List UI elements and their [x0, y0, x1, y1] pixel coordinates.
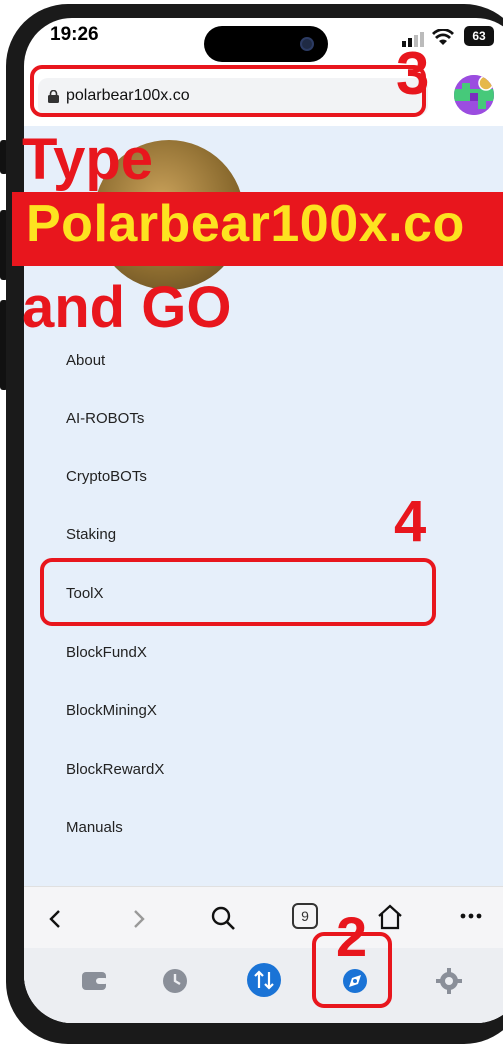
instruction-type-label: Type	[22, 127, 154, 192]
app-tab-row	[24, 948, 503, 1023]
step-3-label: 3	[396, 40, 430, 107]
battery-indicator: 63	[464, 26, 494, 46]
dynamic-island	[204, 26, 328, 62]
history-icon[interactable]	[162, 968, 188, 994]
menu-item-blockminingx[interactable]: BlockMiningX	[66, 702, 157, 719]
wallet-icon[interactable]	[82, 970, 108, 992]
search-icon[interactable]	[210, 905, 236, 931]
status-time: 19:26	[50, 24, 99, 45]
more-icon[interactable]	[460, 913, 482, 919]
menu-item-staking[interactable]: Staking	[66, 526, 116, 543]
menu-item-ai-robots[interactable]: AI-ROBOTs	[66, 410, 144, 427]
tabs-button[interactable]: 9	[292, 903, 318, 929]
camera-icon	[300, 37, 314, 51]
menu-item-about[interactable]: About	[66, 352, 105, 369]
swap-icon[interactable]	[246, 962, 282, 998]
avatar-pattern-icon	[454, 75, 494, 115]
instruction-go-label: and GO	[22, 275, 232, 340]
wallet-avatar[interactable]	[454, 75, 494, 115]
settings-icon[interactable]	[436, 968, 462, 994]
home-icon[interactable]	[376, 903, 404, 931]
discover-highlight-box	[312, 932, 392, 1008]
forward-icon[interactable]	[132, 909, 146, 929]
browser-nav-row: 9	[24, 886, 503, 947]
status-bar: 19:26 63	[24, 18, 503, 62]
wifi-icon	[432, 29, 454, 45]
menu-item-blockrewardx[interactable]: BlockRewardX	[66, 761, 164, 778]
tabs-count: 9	[301, 908, 309, 924]
menu-item-cryptobots[interactable]: CryptoBOTs	[66, 468, 147, 485]
site-name-banner: Polarbear100x.co	[12, 192, 503, 266]
back-icon[interactable]	[48, 909, 62, 929]
toolx-highlight-box	[40, 558, 436, 626]
step-4-label: 4	[394, 489, 427, 554]
site-name-banner-text: Polarbear100x.co	[26, 195, 465, 253]
url-bar-highlight-box	[30, 65, 426, 117]
browser-bottom-bar: 9	[24, 886, 503, 1023]
menu-item-manuals[interactable]: Manuals	[66, 819, 123, 836]
menu-item-blockfundx[interactable]: BlockFundX	[66, 644, 147, 661]
